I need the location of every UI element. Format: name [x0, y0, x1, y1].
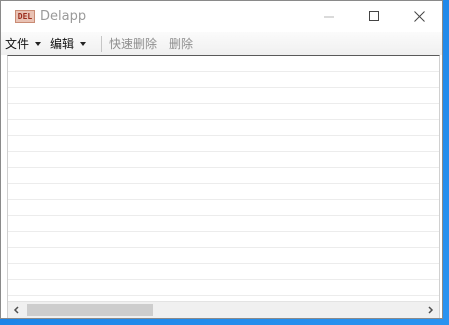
list-row[interactable]: [8, 56, 439, 72]
horizontal-scrollbar[interactable]: [8, 301, 439, 318]
minimize-icon: [324, 16, 334, 18]
list-rows: [8, 56, 439, 298]
quick-delete-button[interactable]: 快速删除: [109, 35, 157, 52]
app-icon-text: DEL: [17, 12, 33, 21]
list-row[interactable]: [8, 200, 439, 216]
scrollbar-thumb[interactable]: [27, 304, 153, 316]
chevron-down-icon: [80, 41, 87, 46]
list-row[interactable]: [8, 152, 439, 168]
scroll-left-button[interactable]: [8, 302, 25, 318]
close-icon: [414, 11, 425, 22]
delete-button[interactable]: 删除: [169, 35, 193, 52]
minimize-button[interactable]: [307, 1, 352, 32]
chevron-left-icon: [13, 306, 19, 314]
menu-separator: [101, 36, 102, 52]
list-row[interactable]: [8, 248, 439, 264]
file-list[interactable]: [7, 55, 440, 318]
list-row[interactable]: [8, 168, 439, 184]
list-row[interactable]: [8, 120, 439, 136]
window-title: Delapp: [40, 9, 87, 24]
list-row[interactable]: [8, 104, 439, 120]
list-row[interactable]: [8, 184, 439, 200]
menu-bar: 文件 编辑 快速删除 删除: [1, 32, 442, 55]
list-row[interactable]: [8, 88, 439, 104]
menu-edit-label: 编辑: [50, 37, 75, 51]
menu-file[interactable]: 文件: [5, 35, 42, 52]
chevron-right-icon: [428, 306, 434, 314]
list-row[interactable]: [8, 264, 439, 280]
app-window: DEL Delapp 文件 编辑 快速删除 删除: [0, 0, 443, 319]
menu-file-label: 文件: [5, 37, 30, 51]
maximize-icon: [369, 11, 379, 21]
list-row[interactable]: [8, 216, 439, 232]
menu-edit[interactable]: 编辑: [50, 35, 87, 52]
list-row[interactable]: [8, 232, 439, 248]
title-bar[interactable]: DEL Delapp: [1, 1, 442, 32]
list-row[interactable]: [8, 280, 439, 296]
scroll-right-button[interactable]: [422, 302, 439, 318]
chevron-down-icon: [35, 41, 42, 46]
close-button[interactable]: [397, 1, 442, 32]
list-row[interactable]: [8, 136, 439, 152]
maximize-button[interactable]: [352, 1, 397, 32]
list-row[interactable]: [8, 72, 439, 88]
app-icon: DEL: [15, 10, 35, 23]
